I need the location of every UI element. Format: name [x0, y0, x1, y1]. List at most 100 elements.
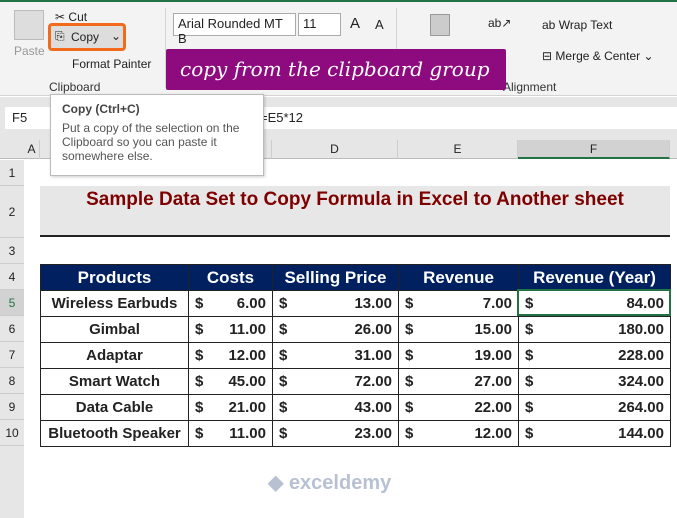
paste-button[interactable]: Paste — [14, 44, 45, 58]
amount: 180.00 — [618, 321, 664, 338]
value-cell[interactable]: $11.00 — [188, 316, 273, 343]
amount: 7.00 — [482, 295, 512, 312]
amount: 22.00 — [474, 399, 512, 416]
row-4[interactable]: 4 — [0, 264, 24, 290]
product-cell[interactable]: Wireless Earbuds — [40, 290, 189, 317]
currency-symbol: $ — [195, 321, 204, 338]
value-cell[interactable]: $26.00 — [272, 316, 399, 343]
tooltip-title: Copy (Ctrl+C) — [62, 102, 140, 116]
currency-symbol: $ — [279, 321, 288, 338]
row-6[interactable]: 6 — [0, 316, 24, 342]
value-cell[interactable]: $180.00 — [518, 316, 671, 343]
sheet-title[interactable]: Sample Data Set to Copy Formula in Excel… — [40, 186, 670, 237]
currency-symbol: $ — [195, 399, 204, 416]
value-cell[interactable]: $12.00 — [188, 342, 273, 369]
currency-symbol: $ — [525, 425, 534, 442]
value-cell[interactable]: $264.00 — [518, 394, 671, 421]
annotation-banner: copy from the clipboard group — [166, 49, 506, 90]
amount: 11.00 — [229, 425, 266, 442]
value-cell[interactable]: $23.00 — [272, 420, 399, 447]
copy-icon: ⎘ — [55, 29, 65, 43]
value-cell[interactable]: $6.00 — [188, 290, 273, 317]
value-cell[interactable]: $19.00 — [398, 342, 519, 369]
currency-symbol: $ — [525, 373, 534, 390]
wrap-text-button[interactable]: ab Wrap Text — [542, 18, 612, 32]
value-cell[interactable]: $7.00 — [398, 290, 519, 317]
name-box[interactable]: F5 — [5, 107, 50, 129]
table-row: Gimbal $11.00 $26.00 $15.00 $180.00 — [40, 316, 671, 343]
product-cell[interactable]: Adaptar — [40, 342, 189, 369]
value-cell[interactable]: $11.00 — [188, 420, 273, 447]
col-e[interactable]: E — [398, 140, 518, 159]
header-cell[interactable]: Revenue (Year) — [518, 264, 671, 291]
product-cell[interactable]: Bluetooth Speaker — [40, 420, 189, 447]
table-row: Adaptar $12.00 $31.00 $19.00 $228.00 — [40, 342, 671, 369]
value-cell[interactable]: $27.00 — [398, 368, 519, 395]
value-cell[interactable]: $31.00 — [272, 342, 399, 369]
selected-cell-f5[interactable] — [517, 289, 671, 316]
table-row: Smart Watch $45.00 $72.00 $27.00 $324.00 — [40, 368, 671, 395]
scissors-icon: ✂ — [55, 10, 66, 24]
row-10[interactable]: 10 — [0, 420, 24, 446]
amount: 324.00 — [618, 373, 664, 390]
header-cell[interactable]: Selling Price — [272, 264, 399, 291]
orientation-icon[interactable]: ab↗ — [488, 16, 511, 30]
col-d[interactable]: D — [272, 140, 398, 159]
value-cell[interactable]: $22.00 — [398, 394, 519, 421]
value-cell[interactable]: $144.00 — [518, 420, 671, 447]
merge-center-button[interactable]: ⊟ Merge & Center ⌄ — [542, 49, 654, 63]
row-1[interactable]: 1 — [0, 160, 24, 186]
table-row: Bluetooth Speaker $11.00 $23.00 $12.00 $144.… — [40, 420, 671, 447]
col-a[interactable]: A — [24, 140, 40, 159]
amount: 21.00 — [228, 399, 266, 416]
row-9[interactable]: 9 — [0, 394, 24, 420]
currency-symbol: $ — [525, 399, 534, 416]
amount: 12.00 — [228, 347, 266, 364]
currency-symbol: $ — [279, 295, 288, 312]
row-5[interactable]: 5 — [0, 290, 24, 316]
currency-symbol: $ — [195, 425, 204, 442]
value-cell[interactable]: $72.00 — [272, 368, 399, 395]
cut-button[interactable]: ✂ Cut — [55, 10, 87, 24]
value-cell[interactable]: $21.00 — [188, 394, 273, 421]
row-8[interactable]: 8 — [0, 368, 24, 394]
value-cell[interactable]: $45.00 — [188, 368, 273, 395]
amount: 264.00 — [618, 399, 664, 416]
paste-icon — [14, 10, 44, 40]
font-size-select[interactable]: 11 — [298, 13, 341, 36]
value-cell[interactable]: $15.00 — [398, 316, 519, 343]
increase-font-icon[interactable]: A — [350, 15, 360, 32]
header-cell[interactable]: Revenue — [398, 264, 519, 291]
font-name-select[interactable]: Arial Rounded MT B — [173, 13, 296, 46]
value-cell[interactable]: $12.00 — [398, 420, 519, 447]
amount: 27.00 — [474, 373, 512, 390]
product-cell[interactable]: Gimbal — [40, 316, 189, 343]
header-cell[interactable]: Products — [40, 264, 189, 291]
format-painter-button[interactable]: Format Painter — [72, 57, 151, 71]
product-cell[interactable]: Smart Watch — [40, 368, 189, 395]
decrease-font-icon[interactable]: A — [375, 17, 384, 32]
amount: 228.00 — [618, 347, 664, 364]
currency-symbol: $ — [279, 425, 288, 442]
amount: 26.00 — [354, 321, 392, 338]
align-middle-icon[interactable] — [430, 14, 450, 36]
value-cell[interactable]: $43.00 — [272, 394, 399, 421]
header-cell[interactable]: Costs — [188, 264, 273, 291]
amount: 19.00 — [474, 347, 512, 364]
col-f[interactable]: F — [518, 140, 670, 159]
currency-symbol: $ — [195, 347, 204, 364]
wrap-text-icon: ab — [542, 18, 556, 32]
amount: 31.00 — [354, 347, 392, 364]
value-cell[interactable]: $228.00 — [518, 342, 671, 369]
row-2[interactable]: 2 — [0, 186, 24, 238]
product-cell[interactable]: Data Cable — [40, 394, 189, 421]
amount: 6.00 — [236, 295, 266, 312]
value-cell[interactable]: $13.00 — [272, 290, 399, 317]
copy-button[interactable]: ⎘ Copy ⌄ — [48, 23, 126, 51]
chevron-down-icon[interactable]: ⌄ — [111, 29, 121, 43]
row-7[interactable]: 7 — [0, 342, 24, 368]
value-cell[interactable]: $324.00 — [518, 368, 671, 395]
currency-symbol: $ — [279, 347, 288, 364]
row-3[interactable]: 3 — [0, 238, 24, 264]
merge-icon: ⊟ — [542, 49, 553, 63]
